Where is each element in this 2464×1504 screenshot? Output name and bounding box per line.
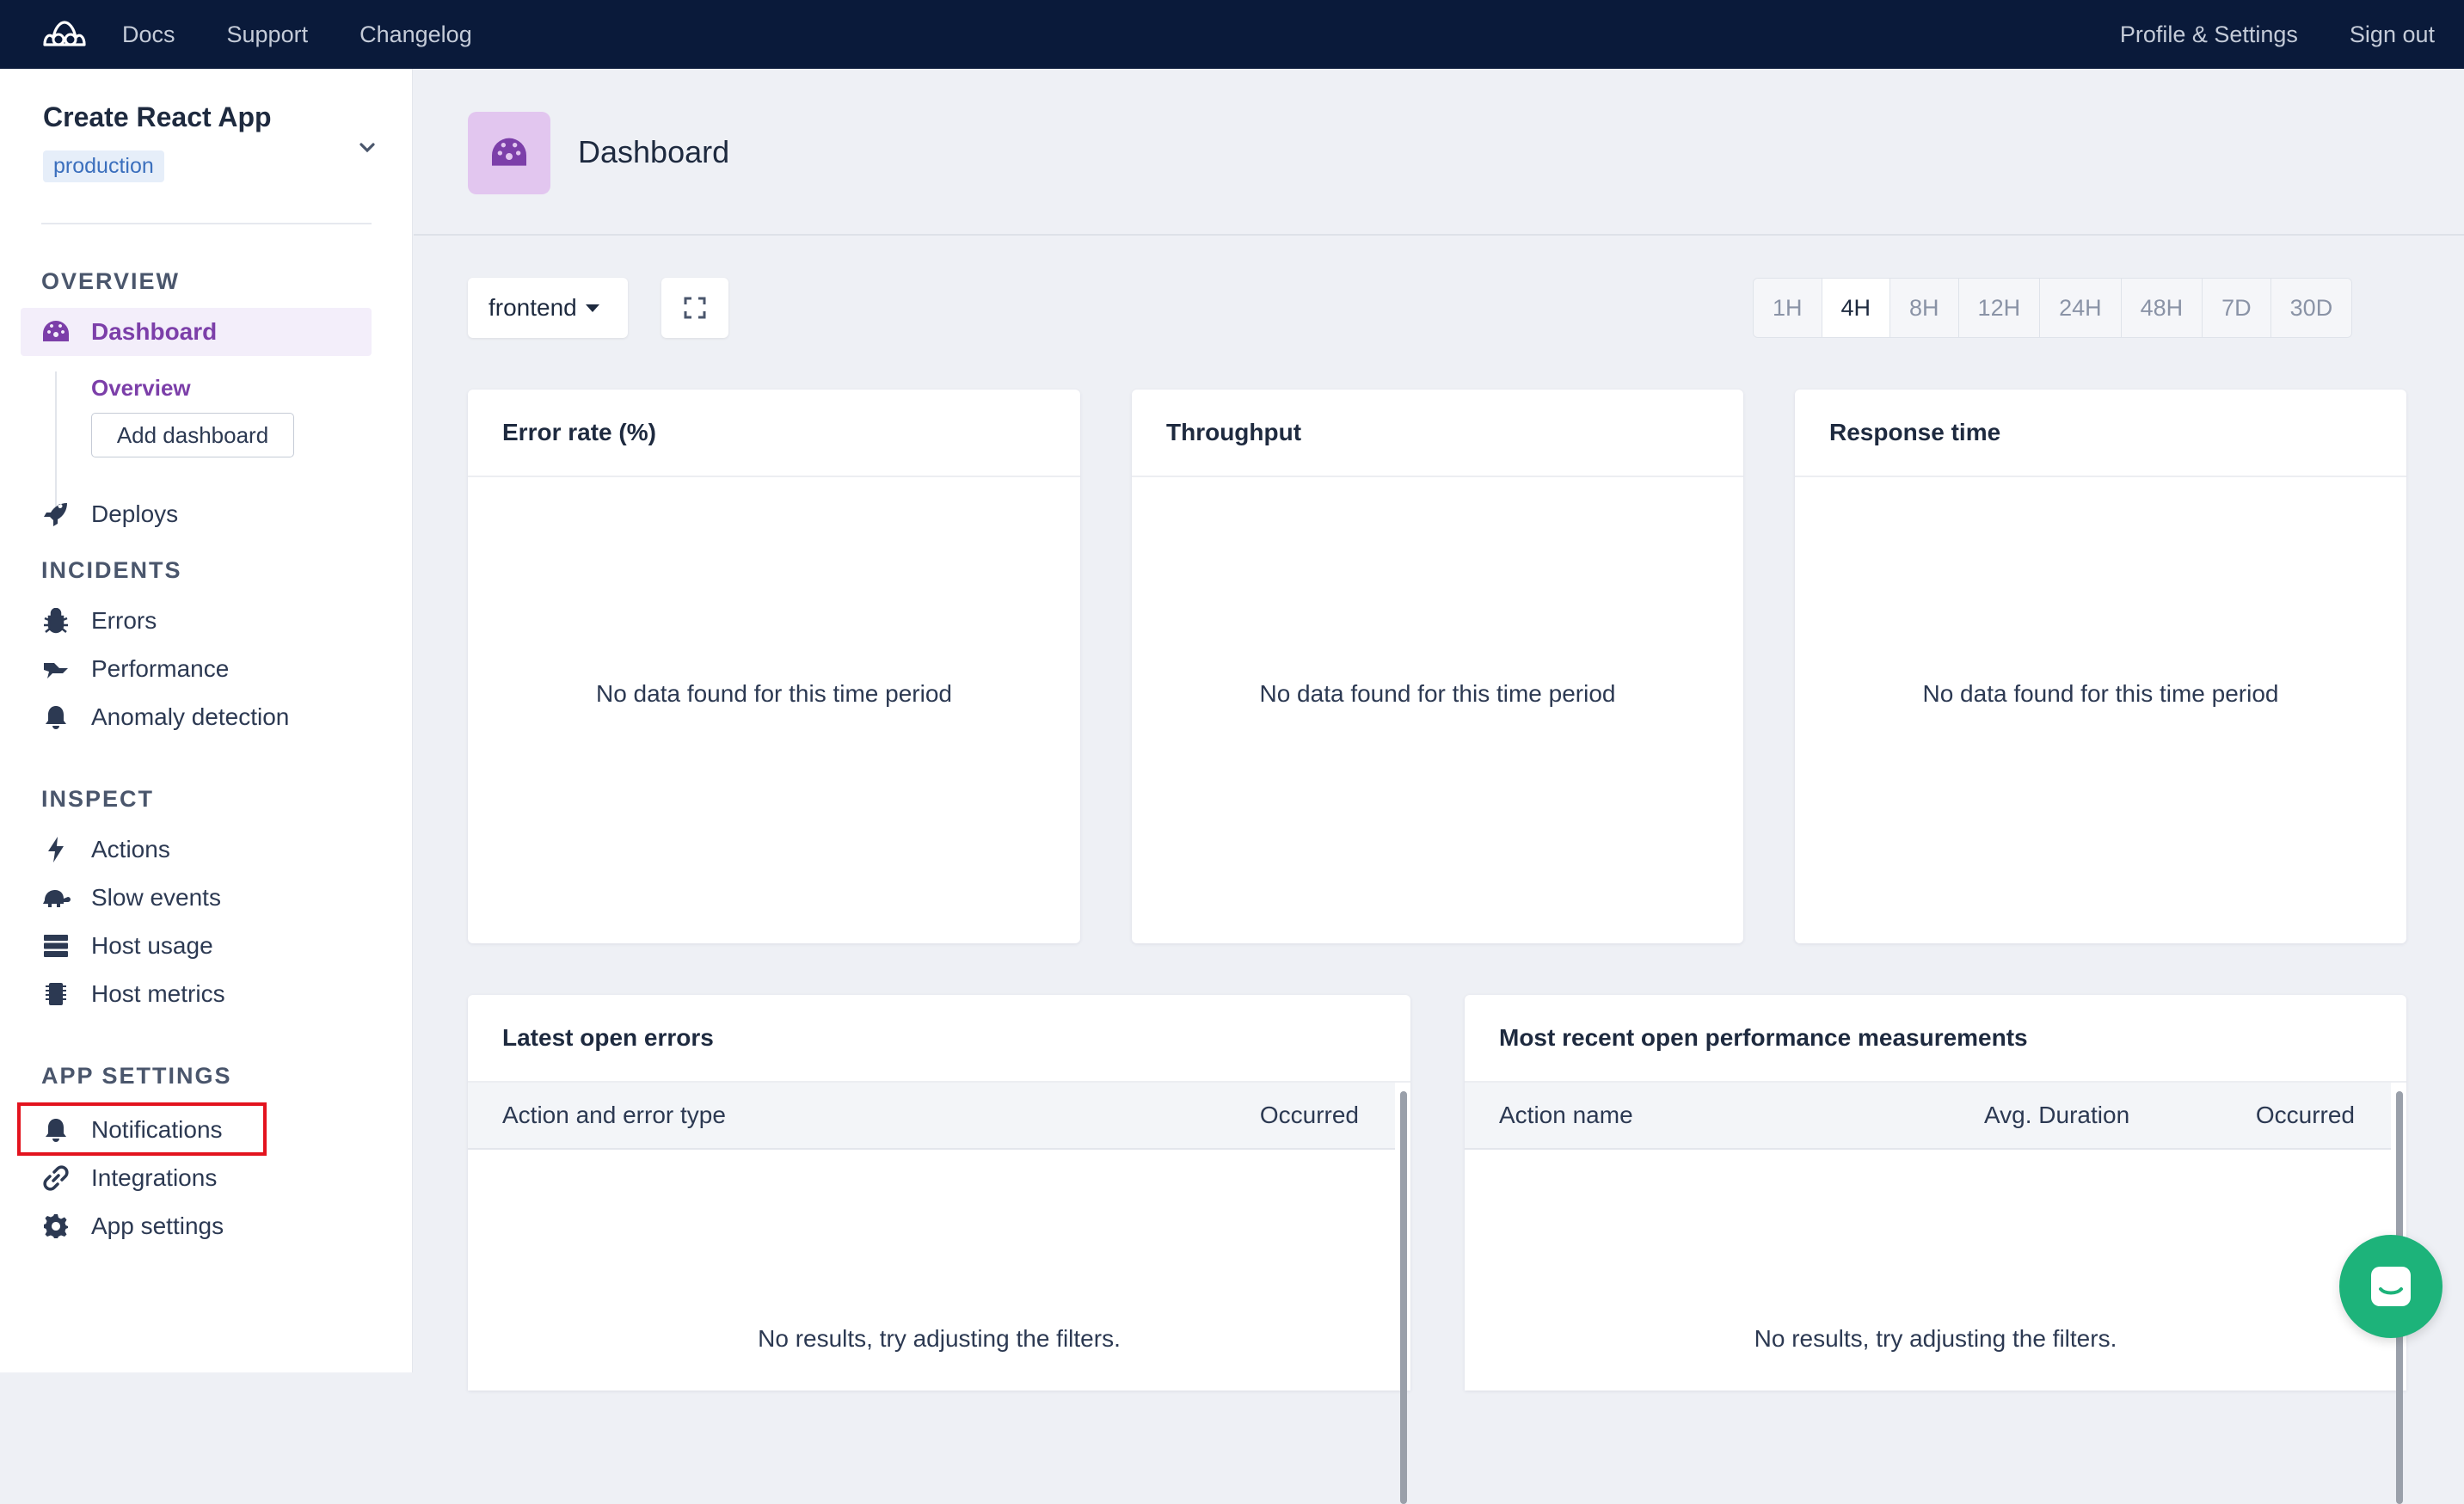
sidebar-item-label: Errors [91, 607, 157, 634]
profile-settings-link[interactable]: Profile & Settings [2120, 21, 2298, 48]
docs-link[interactable]: Docs [122, 21, 175, 48]
sign-out-link[interactable]: Sign out [2350, 21, 2435, 48]
range-button-24h[interactable]: 24H [2040, 279, 2122, 337]
empty-state-text: No data found for this time period [595, 680, 952, 707]
rocket-icon [41, 500, 71, 529]
sidebar-item-label: App settings [91, 1212, 224, 1239]
section-title-incidents: INCIDENTS [41, 557, 182, 583]
sidebar-item-label: Integrations [91, 1164, 218, 1191]
fullscreen-button[interactable] [661, 278, 728, 338]
page-title: Dashboard [578, 134, 730, 169]
sidebar-item-performance[interactable]: Performance [21, 645, 372, 693]
latest-open-errors-card: Latest open errors Action and error type… [468, 995, 1410, 1504]
column-header-avg-duration[interactable]: Avg. Duration [1984, 1102, 2129, 1129]
support-link[interactable]: Support [227, 21, 309, 48]
sidebar-item-dashboard[interactable]: Dashboard [21, 308, 372, 356]
range-button-12h[interactable]: 12H [1958, 279, 2041, 337]
empty-state-text: No results, try adjusting the filters. [758, 1325, 1121, 1352]
time-range-selector: 1H 4H 8H 12H 24H 48H 7D 30D [1753, 278, 2353, 338]
range-button-48h[interactable]: 48H [2121, 279, 2203, 337]
sidebar-item-label: Host usage [91, 932, 213, 959]
page-header: Dashboard [414, 69, 2464, 236]
sidebar-item-host-metrics[interactable]: Host metrics [21, 970, 372, 1018]
microchip-icon [41, 979, 71, 1009]
environment-badge: production [43, 150, 164, 182]
card-title: Throughput [1132, 390, 1743, 477]
column-header-occurred[interactable]: Occurred [2256, 1102, 2355, 1129]
sidebar-item-anomaly-detection[interactable]: Anomaly detection [21, 693, 372, 741]
sidebar-item-integrations[interactable]: Integrations [21, 1154, 372, 1202]
caret-down-icon [585, 304, 599, 312]
top-navigation-bar: Docs Support Changelog Profile & Setting… [0, 0, 2464, 69]
sidebar-item-app-settings[interactable]: App settings [21, 1202, 372, 1250]
server-stack-icon [41, 931, 71, 961]
notifications-highlight-box [17, 1102, 267, 1156]
sidebar-item-deploys[interactable]: Deploys [21, 490, 372, 538]
scrollbar[interactable] [1400, 1091, 1407, 1504]
namespace-select-value: frontend [488, 294, 577, 321]
section-title-inspect: INSPECT [41, 786, 155, 812]
range-button-30d[interactable]: 30D [2270, 279, 2352, 337]
sidebar-item-label: Anomaly detection [91, 703, 290, 730]
chat-launcher-button[interactable] [2339, 1235, 2442, 1338]
range-button-1h[interactable]: 1H [1754, 279, 1822, 337]
link-icon [41, 1163, 71, 1193]
range-button-4h[interactable]: 4H [1822, 279, 1891, 337]
performance-icon [41, 654, 71, 684]
performance-measurements-card: Most recent open performance measurement… [1465, 995, 2406, 1504]
error-rate-card: Error rate (%) No data found for this ti… [468, 390, 1080, 943]
bug-icon [41, 606, 71, 635]
range-button-8h[interactable]: 8H [1890, 279, 1959, 337]
table-header: Action and error type Occurred [468, 1083, 1395, 1150]
gear-icon [41, 1212, 71, 1241]
sidebar-item-slow-events[interactable]: Slow events [21, 874, 372, 922]
appsignal-logo-icon[interactable] [41, 15, 89, 53]
dashboard-gauge-icon [468, 112, 550, 194]
card-title: Most recent open performance measurement… [1465, 995, 2406, 1083]
column-header-occurred[interactable]: Occurred [1260, 1102, 1359, 1129]
card-title: Latest open errors [468, 995, 1410, 1083]
sidebar-item-host-usage[interactable]: Host usage [21, 922, 372, 970]
chevron-down-icon[interactable] [356, 136, 378, 158]
namespace-select[interactable]: frontend [468, 278, 628, 338]
dashboard-gauge-icon [41, 317, 71, 347]
card-title: Error rate (%) [468, 390, 1080, 477]
empty-state-text: No results, try adjusting the filters. [1754, 1325, 2117, 1352]
table-header: Action name Avg. Duration Occurred [1465, 1083, 2391, 1150]
chat-icon [2371, 1267, 2411, 1306]
sidebar-subitem-overview[interactable]: Overview [91, 375, 191, 402]
sidebar-item-label: Host metrics [91, 980, 225, 1007]
sidebar-divider [41, 223, 372, 224]
card-title: Response time [1795, 390, 2406, 477]
add-dashboard-button[interactable]: Add dashboard [91, 413, 294, 457]
column-header-action-name[interactable]: Action name [1499, 1102, 1633, 1129]
range-button-7d[interactable]: 7D [2203, 279, 2271, 337]
sidebar-item-label: Actions [91, 836, 170, 862]
app-name: Create React App [43, 101, 272, 132]
bell-icon [41, 703, 71, 732]
sidebar-item-label: Slow events [91, 884, 221, 911]
empty-state-text: No data found for this time period [1922, 680, 2279, 707]
throughput-card: Throughput No data found for this time p… [1132, 390, 1743, 943]
expand-icon [684, 297, 706, 319]
sidebar-item-label: Dashboard [91, 318, 218, 345]
changelog-link[interactable]: Changelog [359, 21, 472, 48]
sidebar-item-label: Performance [91, 655, 230, 682]
empty-state-text: No data found for this time period [1259, 680, 1616, 707]
sidebar: Create React App production OVERVIEW Das… [0, 69, 413, 1372]
response-time-card: Response time No data found for this tim… [1795, 390, 2406, 943]
section-title-overview: OVERVIEW [41, 268, 181, 294]
sidebar-item-actions[interactable]: Actions [21, 826, 372, 874]
section-title-app-settings: APP SETTINGS [41, 1063, 232, 1089]
turtle-icon [41, 883, 71, 912]
sidebar-item-label: Deploys [91, 500, 179, 527]
column-header-action-error-type[interactable]: Action and error type [502, 1102, 726, 1129]
app-switcher[interactable]: Create React App production [43, 101, 378, 198]
sidebar-item-errors[interactable]: Errors [21, 597, 372, 645]
lightning-icon [41, 835, 71, 864]
